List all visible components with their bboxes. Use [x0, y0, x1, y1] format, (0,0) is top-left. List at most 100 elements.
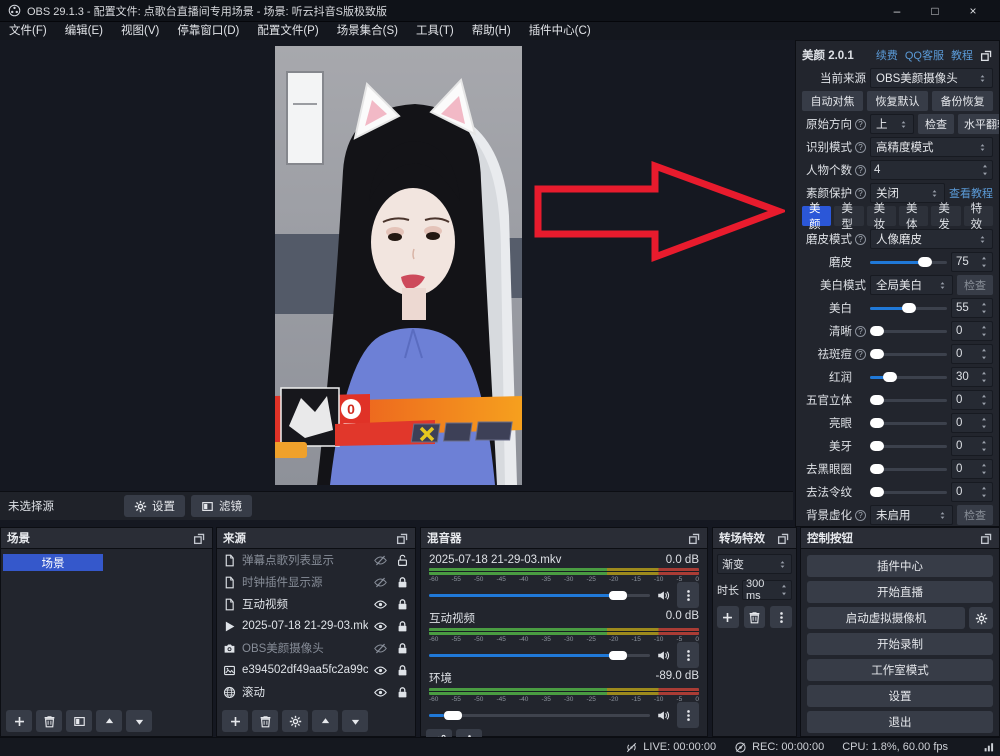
value-spinbox[interactable]: 0	[951, 482, 993, 502]
current-source-dropdown[interactable]: OBS美颜摄像头	[870, 68, 993, 88]
face-3d-slider[interactable]	[870, 399, 947, 402]
menu-item[interactable]: 文件(F)	[0, 22, 56, 40]
speaker-icon[interactable]	[657, 649, 670, 662]
menu-item[interactable]: 插件中心(C)	[520, 22, 600, 40]
menu-item[interactable]: 场景集合(S)	[328, 22, 407, 40]
source-move-up-button[interactable]	[312, 710, 338, 732]
scene-filters-button[interactable]	[66, 710, 92, 732]
slider-handle[interactable]	[870, 349, 884, 359]
menu-item[interactable]: 视图(V)	[112, 22, 168, 40]
whiten-check-button[interactable]: 检查	[957, 275, 993, 295]
remove-scene-button[interactable]	[36, 710, 62, 732]
beauty-tab[interactable]: 美颜	[802, 206, 831, 226]
transition-options-button[interactable]	[770, 606, 792, 628]
volume-slider[interactable]	[429, 594, 650, 597]
remove-transition-button[interactable]	[744, 606, 766, 628]
menu-item[interactable]: 帮助(H)	[463, 22, 520, 40]
beauty-tab[interactable]: 美型	[834, 206, 863, 226]
value-spinbox[interactable]: 0	[951, 321, 993, 341]
control-button[interactable]: 开始录制	[807, 633, 993, 655]
volume-slider-handle[interactable]	[609, 651, 627, 660]
source-properties-button[interactable]	[282, 710, 308, 732]
add-source-button[interactable]	[222, 710, 248, 732]
beauty-tab[interactable]: 美体	[899, 206, 928, 226]
popout-icon[interactable]	[193, 532, 206, 545]
slider-handle[interactable]	[883, 372, 897, 382]
popout-icon[interactable]	[396, 532, 409, 545]
backup-restore-button[interactable]: 备份恢复	[932, 91, 993, 111]
visibility-toggle-icon[interactable]	[374, 664, 387, 677]
source-move-down-button[interactable]	[342, 710, 368, 732]
menu-item[interactable]: 配置文件(P)	[248, 22, 327, 40]
slider-handle[interactable]	[918, 257, 932, 267]
value-spinbox[interactable]: 0	[951, 413, 993, 433]
close-button[interactable]: ×	[954, 0, 992, 22]
remove-source-button[interactable]	[252, 710, 278, 732]
beauty-tab[interactable]: 特效	[964, 206, 993, 226]
visibility-toggle-icon[interactable]	[374, 554, 387, 567]
teeth-slider[interactable]	[870, 445, 947, 448]
source-row[interactable]: OBS美颜摄像头	[217, 637, 415, 659]
source-row[interactable]: 互动视频	[217, 593, 415, 615]
add-transition-button[interactable]	[717, 606, 739, 628]
source-row[interactable]: 弹幕点歌列表显示	[217, 549, 415, 571]
beauty-header-link[interactable]: 教程	[951, 47, 973, 63]
dark-circle-slider[interactable]	[870, 468, 947, 471]
popout-icon[interactable]	[777, 532, 790, 545]
visibility-toggle-icon[interactable]	[374, 576, 387, 589]
whiten-slider[interactable]	[870, 307, 947, 310]
source-settings-button[interactable]: 设置	[124, 495, 185, 517]
slider-handle[interactable]	[870, 418, 884, 428]
beauty-header-link[interactable]: 续费	[876, 47, 898, 63]
nasolabial-slider[interactable]	[870, 491, 947, 494]
scene-move-up-button[interactable]	[96, 710, 122, 732]
lock-icon[interactable]	[396, 620, 409, 633]
add-scene-button[interactable]	[6, 710, 32, 732]
whiten-mode-dropdown[interactable]: 全局美白	[870, 275, 953, 295]
scene-move-down-button[interactable]	[126, 710, 152, 732]
lock-icon[interactable]	[396, 664, 409, 677]
slider-handle[interactable]	[870, 441, 884, 451]
lock-icon[interactable]	[396, 554, 409, 567]
visibility-toggle-icon[interactable]	[374, 620, 387, 633]
lock-icon[interactable]	[396, 576, 409, 589]
minimize-button[interactable]: –	[878, 0, 916, 22]
visibility-toggle-icon[interactable]	[374, 686, 387, 699]
slider-handle[interactable]	[870, 487, 884, 497]
beauty-header-link[interactable]: QQ客服	[905, 47, 944, 63]
blur-check-button[interactable]: 检查	[957, 505, 993, 525]
bright-eyes-slider[interactable]	[870, 422, 947, 425]
scene-item[interactable]: 场景	[3, 554, 103, 571]
blemish-slider[interactable]	[870, 353, 947, 356]
value-spinbox[interactable]: 30	[951, 367, 993, 387]
lock-icon[interactable]	[396, 686, 409, 699]
clarity-slider[interactable]	[870, 330, 947, 333]
rosy-slider[interactable]	[870, 376, 947, 379]
menu-item[interactable]: 编辑(E)	[56, 22, 112, 40]
control-button[interactable]: 开始直播	[807, 581, 993, 603]
value-spinbox[interactable]: 0	[951, 436, 993, 456]
value-spinbox[interactable]: 55	[951, 298, 993, 318]
beauty-tab[interactable]: 美发	[931, 206, 960, 226]
track-options-button[interactable]	[677, 582, 699, 608]
smooth-slider[interactable]	[870, 261, 947, 264]
menu-item[interactable]: 停靠窗口(D)	[168, 22, 248, 40]
beauty-tab[interactable]: 美妆	[867, 206, 896, 226]
popout-icon[interactable]	[688, 532, 701, 545]
control-button[interactable]: 工作室模式	[807, 659, 993, 681]
transition-type-dropdown[interactable]: 渐变	[717, 554, 792, 574]
lock-icon[interactable]	[396, 642, 409, 655]
person-count-spinner[interactable]: 4	[870, 160, 993, 180]
source-row[interactable]: 时钟插件显示源	[217, 571, 415, 593]
horizontal-flip-button[interactable]: 水平翻转	[958, 114, 1000, 134]
volume-slider[interactable]	[429, 714, 650, 717]
detect-mode-dropdown[interactable]: 高精度模式	[870, 137, 993, 157]
smooth-mode-dropdown[interactable]: 人像磨皮	[870, 229, 993, 249]
slider-handle[interactable]	[870, 395, 884, 405]
menu-item[interactable]: 工具(T)	[407, 22, 463, 40]
slider-handle[interactable]	[902, 303, 916, 313]
source-row[interactable]: 滚动	[217, 681, 415, 703]
maximize-button[interactable]: □	[916, 0, 954, 22]
virtual-cam-settings-button[interactable]	[969, 607, 993, 629]
source-filters-button[interactable]: 滤镜	[191, 495, 252, 517]
